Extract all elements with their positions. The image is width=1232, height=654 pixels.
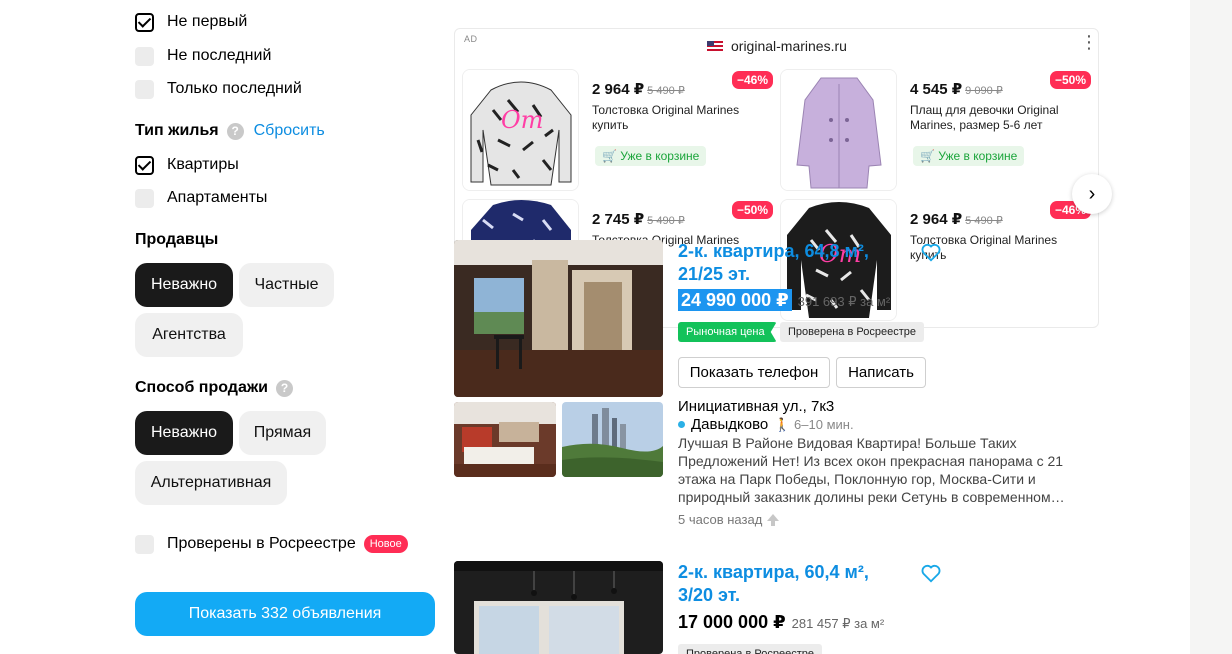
old-price: 5 490 ₽	[647, 215, 685, 227]
sale-method-title: Способ продажи ?	[135, 379, 294, 397]
metro-line-icon	[678, 421, 685, 428]
help-icon[interactable]: ?	[226, 122, 244, 140]
old-price: 5 490 ₽	[647, 85, 685, 97]
new-badge: Новое	[363, 535, 408, 553]
in-cart-tag[interactable]: 🛒 Уже в корзине	[595, 146, 707, 166]
page: Не первый Не последний Только последний …	[0, 0, 1232, 654]
walking-person-icon: 🚶	[774, 416, 791, 432]
walking-time: 🚶 6–10 мин.	[774, 416, 854, 432]
product-price: 4 545 ₽9 090 ₽	[910, 81, 1003, 98]
flag-icon	[707, 41, 723, 51]
checkbox[interactable]	[135, 534, 154, 554]
listing-thumb-photo[interactable]	[562, 402, 663, 477]
seller-private-button[interactable]: Частные	[239, 263, 334, 307]
option-label: Квартиры	[167, 156, 239, 173]
checkbox[interactable]	[135, 46, 154, 66]
product-price: 2 964 ₽5 490 ₽	[910, 211, 1003, 228]
option-label: Только последний	[167, 80, 302, 97]
listing-price: 24 990 000 ₽391 693 ₽ за м²	[678, 289, 891, 311]
checkbox-checked[interactable]	[135, 12, 154, 32]
listing-title-link[interactable]: 2-к. квартира, 64,8 м², 21/25 эт.	[678, 240, 908, 286]
help-icon[interactable]: ?	[276, 379, 294, 397]
product-image: Om	[462, 69, 579, 191]
listing-description: Лучшая В Районе Видовая Квартира! Больше…	[678, 435, 1065, 505]
favorite-heart-icon[interactable]	[920, 562, 942, 584]
in-cart-tag[interactable]: 🛒 Уже в корзине	[913, 146, 1025, 166]
more-options-icon[interactable]: ⋮	[1080, 33, 1098, 51]
sale-alternative-button[interactable]: Альтернативная	[135, 461, 287, 505]
product-price: 2 964 ₽5 490 ₽	[592, 81, 685, 98]
rosreestr-verified-tag: Проверена в Росреестре	[780, 322, 924, 342]
floor-not-first-option[interactable]: Не первый	[135, 11, 247, 33]
housing-apartments-option[interactable]: Квартиры	[135, 154, 239, 176]
old-price: 9 090 ₽	[965, 85, 1003, 97]
checkbox[interactable]	[135, 79, 154, 99]
price-per-m2: 281 457 ₽ за м²	[791, 616, 885, 631]
option-label: Не последний	[167, 47, 272, 64]
option-label: Апартаменты	[167, 189, 268, 206]
discount-badge: −50%	[1049, 71, 1091, 89]
listing-address: Инициативная ул., 7к3	[678, 398, 835, 415]
cart-icon: 🛒	[602, 149, 621, 163]
ad-product-card[interactable]: −50% 4 545 ₽9 090 ₽ Плащ для девочки Ori…	[780, 69, 1095, 194]
next-arrow-icon[interactable]: ›	[1072, 174, 1112, 214]
housing-type-title: Тип жилья ? Сбросить	[135, 122, 325, 140]
listing-main-photo[interactable]	[454, 561, 663, 654]
page-edge-strip	[1190, 0, 1232, 654]
product-title: Плащ для девочки Original Marines, разме…	[910, 103, 1059, 132]
discount-badge: −46%	[731, 71, 773, 89]
sale-any-button[interactable]: Неважно	[135, 411, 233, 455]
product-price: 2 745 ₽5 490 ₽	[592, 211, 685, 228]
listing-price: 17 000 000 ₽281 457 ₽ за м²	[678, 612, 885, 632]
svg-text:Om: Om	[501, 106, 543, 134]
sale-direct-button[interactable]: Прямая	[239, 411, 326, 455]
sellers-title: Продавцы	[135, 231, 219, 248]
seller-agency-button[interactable]: Агентства	[135, 313, 243, 357]
seller-any-button[interactable]: Неважно	[135, 263, 233, 307]
option-label: Проверены в Росреестре	[167, 535, 356, 552]
listing-time: 5 часов назад	[678, 512, 780, 527]
rosreestr-verified-tag: Проверена в Росреестре	[678, 644, 822, 654]
show-phone-button[interactable]: Показать телефон	[678, 357, 830, 388]
listing-title-link[interactable]: 2-к. квартира, 60,4 м², 3/20 эт.	[678, 561, 908, 607]
floor-only-last-option[interactable]: Только последний	[135, 78, 302, 100]
ad-product-card[interactable]: Om −46% 2 964 ₽5 490 ₽ Толстовка Origina…	[462, 69, 777, 194]
raised-arrow-icon	[767, 514, 780, 526]
product-title: Толстовка Original Marines купить	[592, 103, 740, 132]
discount-badge: −50%	[731, 201, 773, 219]
checkbox-checked[interactable]	[135, 155, 154, 175]
market-price-tag: Рыночная цена	[678, 322, 777, 342]
write-message-button[interactable]: Написать	[836, 357, 926, 388]
old-price: 5 490 ₽	[965, 215, 1003, 227]
product-image	[780, 69, 897, 191]
floor-not-last-option[interactable]: Не последний	[135, 45, 271, 67]
listing-main-photo[interactable]	[454, 240, 663, 397]
cart-icon: 🛒	[920, 149, 939, 163]
checkbox[interactable]	[135, 188, 154, 208]
housing-aparts-option[interactable]: Апартаменты	[135, 187, 267, 209]
rosreestr-option[interactable]: Проверены в Росреестре Новое	[135, 533, 408, 555]
ad-domain-link[interactable]: original-marines.ru	[707, 38, 847, 54]
ad-label: AD	[464, 34, 478, 44]
favorite-heart-icon[interactable]	[920, 241, 942, 263]
listing-thumb-photo[interactable]	[454, 402, 556, 477]
reset-link[interactable]: Сбросить	[254, 122, 325, 140]
price-per-m2: 391 693 ₽ за м²	[797, 294, 891, 309]
option-label: Не первый	[167, 13, 248, 30]
metro-station: Давыдково 🚶 6–10 мин.	[678, 416, 854, 433]
show-results-button[interactable]: Показать 332 объявления	[135, 592, 435, 636]
